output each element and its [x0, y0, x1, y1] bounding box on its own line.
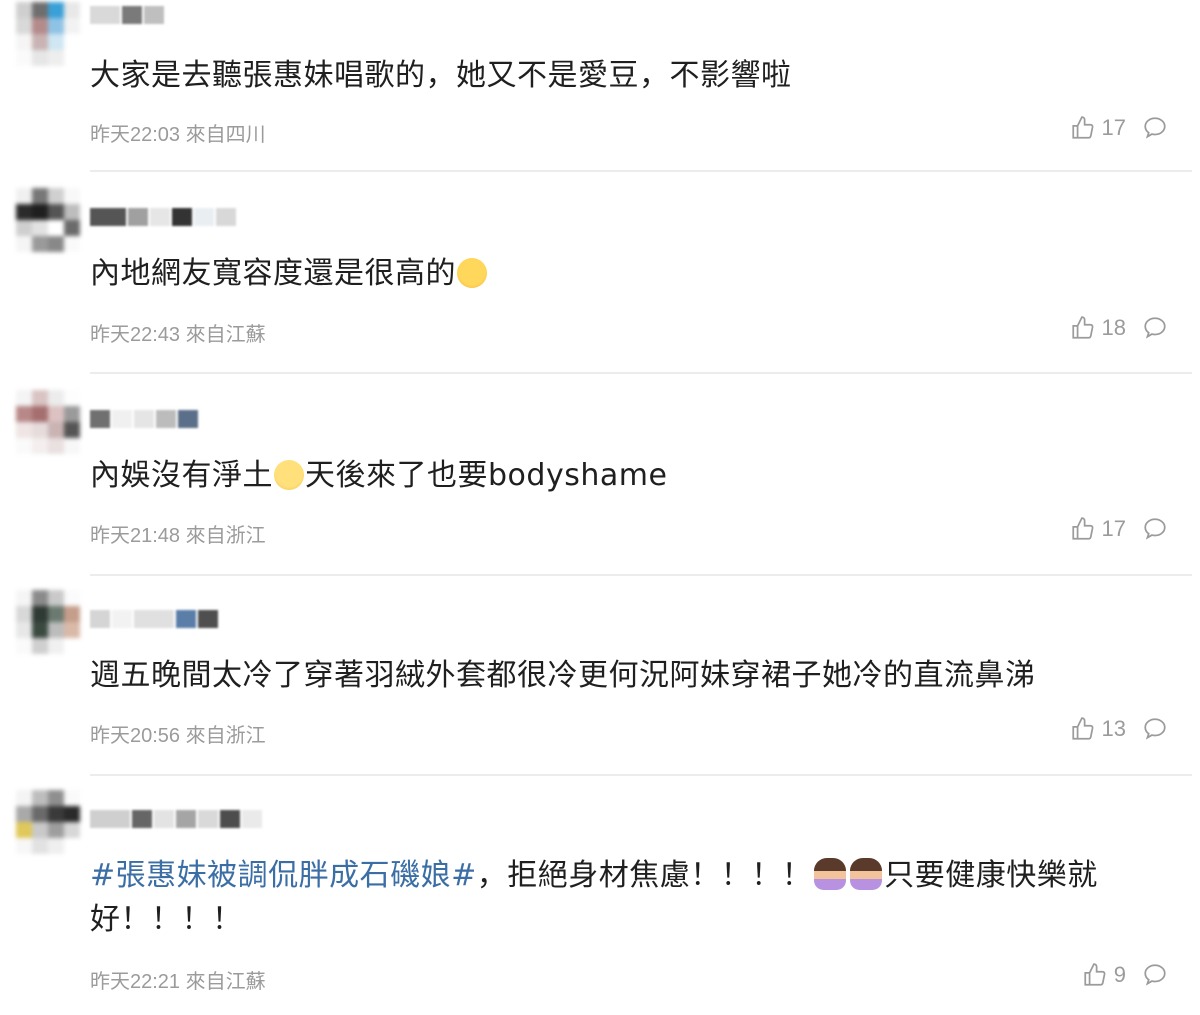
- comment-actions: 9: [1082, 962, 1168, 988]
- person-gesturing-no-icon: [850, 858, 883, 890]
- username[interactable]: [90, 410, 198, 430]
- comment-text: 內地網友寬容度還是很高的: [90, 252, 1170, 296]
- comment-meta: 昨天22:21 來自江蘇: [90, 971, 266, 993]
- sweat-smile-icon: [274, 460, 304, 490]
- comment-meta: 昨天22:03 來自四川: [90, 124, 266, 146]
- comment-text-body: 內地網友寬容度還是很高的: [90, 256, 456, 291]
- comment-text-body: 週五晚間太冷了穿著羽絨外套都很冷更何況阿妹穿裙子她冷的直流鼻涕: [90, 658, 1036, 693]
- thumbs-up-icon: [1071, 717, 1093, 740]
- hashtag-link[interactable]: #張惠妹被調侃胖成石磯娘#: [90, 858, 477, 893]
- like-button[interactable]: 9: [1082, 962, 1126, 988]
- comment-text-body: 內娛沒有淨土: [90, 458, 273, 493]
- like-count: 17: [1101, 516, 1126, 541]
- reply-button[interactable]: [1142, 716, 1168, 742]
- comment-text: 週五晚間太冷了穿著羽絨外套都很冷更何況阿妹穿裙子她冷的直流鼻涕: [90, 654, 1170, 698]
- scared-face-icon: [457, 258, 487, 288]
- like-count: 18: [1101, 315, 1126, 340]
- like-count: 17: [1101, 115, 1126, 140]
- thumbs-up-icon: [1071, 517, 1093, 540]
- like-count: 9: [1113, 962, 1126, 987]
- like-button[interactable]: 17: [1070, 516, 1126, 542]
- comment-bubble-icon: [1144, 718, 1166, 740]
- comment-actions: 18: [1070, 315, 1168, 341]
- thumbs-up-icon: [1084, 963, 1106, 986]
- divider: [90, 574, 1192, 576]
- comment-item: 內地網友寬容度還是很高的 昨天22:43 來自江蘇 18: [0, 188, 1200, 374]
- comment-meta: 昨天22:43 來自江蘇: [90, 324, 266, 346]
- comment-meta: 昨天21:48 來自浙江: [90, 525, 266, 547]
- reply-button[interactable]: [1142, 115, 1168, 141]
- comment-text: 大家是去聽張惠妹唱歌的，她又不是愛豆，不影響啦: [90, 54, 1170, 98]
- like-button[interactable]: 17: [1070, 115, 1126, 141]
- comment-text-body: 大家是去聽張惠妹唱歌的，她又不是愛豆，不影響啦: [90, 58, 792, 93]
- comment-item: #張惠妹被調侃胖成石磯娘#，拒絕身材焦慮！！！！ 只要健康快樂就好！！！！ 昨天2…: [0, 790, 1200, 1015]
- comment-actions: 13: [1070, 716, 1168, 742]
- avatar[interactable]: [16, 790, 80, 854]
- comment-meta: 昨天20:56 來自浙江: [90, 725, 266, 747]
- thumbs-up-icon: [1071, 116, 1093, 139]
- comment-actions: 17: [1070, 115, 1168, 141]
- comment-bubble-icon: [1144, 317, 1166, 339]
- comment-bubble-icon: [1144, 117, 1166, 139]
- username[interactable]: [90, 6, 164, 26]
- person-gesturing-no-icon: [814, 858, 847, 890]
- thumbs-up-icon: [1071, 316, 1093, 339]
- avatar[interactable]: [16, 2, 80, 66]
- like-button[interactable]: 13: [1070, 716, 1126, 742]
- reply-button[interactable]: [1142, 315, 1168, 341]
- avatar[interactable]: [16, 188, 80, 252]
- divider: [90, 774, 1192, 776]
- divider: [90, 372, 1192, 374]
- reply-button[interactable]: [1142, 516, 1168, 542]
- avatar[interactable]: [16, 390, 80, 454]
- reply-button[interactable]: [1142, 962, 1168, 988]
- comment-text: 內娛沒有淨土 天後來了也要bodyshame: [90, 454, 1170, 498]
- comment-item: 週五晚間太冷了穿著羽絨外套都很冷更何況阿妹穿裙子她冷的直流鼻涕 昨天20:56 …: [0, 590, 1200, 776]
- divider: [90, 170, 1192, 172]
- username[interactable]: [90, 610, 218, 630]
- comment-text-body-2: 天後來了也要bodyshame: [305, 458, 668, 493]
- comment-item: 大家是去聽張惠妹唱歌的，她又不是愛豆，不影響啦 昨天22:03 來自四川 17: [0, 0, 1200, 172]
- comment-actions: 17: [1070, 516, 1168, 542]
- username[interactable]: [90, 810, 262, 830]
- comment-bubble-icon: [1144, 518, 1166, 540]
- like-count: 13: [1101, 716, 1126, 741]
- comment-item: 內娛沒有淨土 天後來了也要bodyshame 昨天21:48 來自浙江 17: [0, 390, 1200, 576]
- username[interactable]: [90, 208, 236, 228]
- like-button[interactable]: 18: [1070, 315, 1126, 341]
- comment-bubble-icon: [1144, 964, 1166, 986]
- comment-text: #張惠妹被調侃胖成石磯娘#，拒絕身材焦慮！！！！ 只要健康快樂就好！！！！: [90, 854, 1160, 942]
- comment-text-body: ，拒絕身材焦慮！！！！: [476, 858, 813, 893]
- avatar[interactable]: [16, 590, 80, 654]
